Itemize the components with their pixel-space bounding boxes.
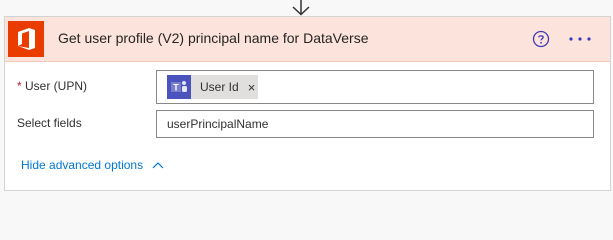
token-label: User Id	[200, 80, 239, 94]
hide-advanced-options-link[interactable]: Hide advanced options	[21, 158, 164, 172]
user-id-token[interactable]: T User Id ×	[167, 75, 258, 99]
teams-icon: T	[167, 75, 191, 99]
action-card: Get user profile (V2) principal name for…	[4, 16, 611, 191]
flow-connector-arrow-icon	[292, 0, 310, 16]
action-title: Get user profile (V2) principal name for…	[58, 30, 369, 46]
action-card-header[interactable]: Get user profile (V2) principal name for…	[5, 17, 610, 62]
chevron-up-icon	[152, 162, 164, 169]
user-upn-label: * User (UPN)	[17, 79, 87, 93]
hide-advanced-options-label: Hide advanced options	[21, 158, 144, 172]
user-upn-label-text: User (UPN)	[25, 79, 88, 93]
select-fields-value: userPrincipalName	[167, 117, 269, 131]
office-365-icon	[8, 21, 44, 57]
select-fields-input[interactable]: userPrincipalName	[156, 110, 594, 138]
token-remove-icon[interactable]: ×	[248, 81, 256, 94]
select-fields-label: Select fields	[17, 116, 82, 130]
more-options-icon[interactable]	[566, 30, 594, 48]
help-icon[interactable]	[532, 30, 550, 48]
required-marker: *	[17, 79, 22, 93]
svg-text:T: T	[173, 83, 179, 93]
user-upn-input[interactable]: T User Id ×	[156, 70, 594, 104]
